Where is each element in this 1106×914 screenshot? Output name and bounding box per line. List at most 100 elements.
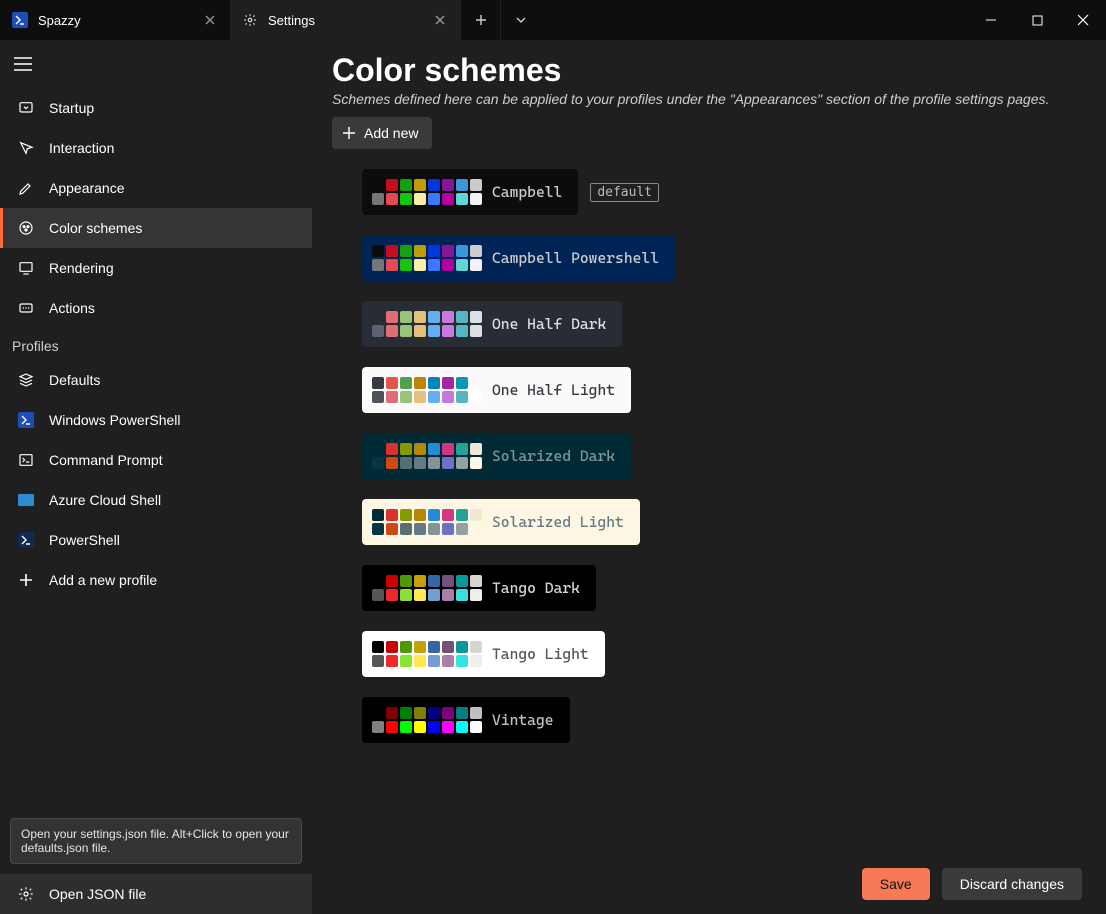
sidebar-item-actions[interactable]: Actions [0, 288, 312, 328]
color-swatch [456, 707, 468, 719]
startup-icon [17, 99, 35, 117]
scheme-card-solarized-light[interactable]: Solarized Light [362, 499, 640, 545]
color-swatch [386, 655, 398, 667]
sidebar-item-interaction[interactable]: Interaction [0, 128, 312, 168]
color-swatch [372, 259, 384, 271]
color-swatch [400, 193, 412, 205]
color-swatch [428, 179, 440, 191]
save-button[interactable]: Save [862, 868, 930, 900]
page-subtitle: Schemes defined here can be applied to y… [332, 91, 1086, 107]
scheme-label: Solarized Dark [492, 447, 615, 465]
tab-dropdown-button[interactable] [500, 0, 540, 40]
color-swatch [386, 325, 398, 337]
color-swatch [456, 655, 468, 667]
color-swatch [428, 193, 440, 205]
color-swatch [456, 259, 468, 271]
color-swatch [414, 193, 426, 205]
gear-icon [242, 12, 258, 28]
color-swatch [456, 391, 468, 403]
sidebar-item-label: Open JSON file [49, 886, 146, 902]
palette [372, 245, 482, 271]
tab-spazzy[interactable]: Spazzy [0, 0, 230, 40]
sidebar-item-label: Defaults [49, 372, 100, 388]
sidebar-item-label: Interaction [49, 140, 114, 156]
color-swatch [442, 641, 454, 653]
scheme-label: One Half Dark [492, 315, 606, 333]
close-icon[interactable] [202, 12, 218, 28]
sidebar-item-powershell[interactable]: PowerShell [0, 520, 312, 560]
color-swatch [470, 641, 482, 653]
azure-icon [17, 491, 35, 509]
scheme-card-tango-dark[interactable]: Tango Dark [362, 565, 596, 611]
color-swatch [470, 721, 482, 733]
sidebar-item-open-json[interactable]: Open JSON file [0, 874, 312, 914]
sidebar-item-azure-cloud-shell[interactable]: Azure Cloud Shell [0, 480, 312, 520]
color-swatch [470, 509, 482, 521]
color-swatch [372, 707, 384, 719]
minimize-button[interactable] [968, 0, 1014, 40]
sidebar-item-add-profile[interactable]: Add a new profile [0, 560, 312, 600]
color-swatch [428, 443, 440, 455]
scheme-card-campbell[interactable]: Campbell [362, 169, 578, 215]
close-icon[interactable] [432, 12, 448, 28]
color-swatch [456, 311, 468, 323]
hamburger-button[interactable] [0, 40, 312, 88]
appearance-icon [17, 179, 35, 197]
color-swatch [428, 509, 440, 521]
color-swatch [386, 589, 398, 601]
add-new-button[interactable]: Add new [332, 117, 432, 149]
sidebar-item-color-schemes[interactable]: Color schemes [0, 208, 312, 248]
color-swatch [428, 641, 440, 653]
color-swatch [372, 311, 384, 323]
scheme-card-vintage[interactable]: Vintage [362, 697, 570, 743]
color-swatch [414, 325, 426, 337]
close-button[interactable] [1060, 0, 1106, 40]
scheme-row: One Half Dark [362, 301, 1086, 347]
color-swatch [442, 311, 454, 323]
color-swatch [414, 641, 426, 653]
sidebar-item-label: Color schemes [49, 220, 142, 236]
color-swatch [456, 457, 468, 469]
color-swatch [442, 193, 454, 205]
new-tab-button[interactable] [460, 0, 500, 40]
maximize-button[interactable] [1014, 0, 1060, 40]
scheme-card-solarized-dark[interactable]: Solarized Dark [362, 433, 631, 479]
color-swatch [400, 377, 412, 389]
color-swatch [442, 179, 454, 191]
sidebar-item-label: Appearance [49, 180, 125, 196]
color-swatch [428, 589, 440, 601]
scheme-card-one-half-dark[interactable]: One Half Dark [362, 301, 622, 347]
sidebar-item-command-prompt[interactable]: Command Prompt [0, 440, 312, 480]
scheme-card-one-half-light[interactable]: One Half Light [362, 367, 631, 413]
palette [372, 377, 482, 403]
sidebar-item-startup[interactable]: Startup [0, 88, 312, 128]
sidebar-item-defaults[interactable]: Defaults [0, 360, 312, 400]
scheme-label: Solarized Light [492, 513, 624, 531]
default-badge: default [590, 183, 659, 202]
color-swatch [470, 391, 482, 403]
color-swatch [428, 523, 440, 535]
scheme-card-campbell-powershell[interactable]: Campbell Powershell [362, 235, 675, 281]
discard-button[interactable]: Discard changes [942, 868, 1082, 900]
footer-bar: Save Discard changes [862, 854, 1106, 914]
scheme-row: One Half Light [362, 367, 1086, 413]
window-controls [968, 0, 1106, 40]
sidebar-item-label: Add a new profile [49, 572, 157, 588]
tab-settings[interactable]: Settings [230, 0, 460, 40]
palette [372, 443, 482, 469]
color-swatch [428, 245, 440, 257]
sidebar-item-appearance[interactable]: Appearance [0, 168, 312, 208]
sidebar-item-windows-powershell[interactable]: Windows PowerShell [0, 400, 312, 440]
color-swatch [386, 245, 398, 257]
color-swatch [400, 443, 412, 455]
scheme-card-tango-light[interactable]: Tango Light [362, 631, 605, 677]
sidebar-item-rendering[interactable]: Rendering [0, 248, 312, 288]
color-swatch [414, 259, 426, 271]
color-swatch [414, 245, 426, 257]
color-swatch [400, 245, 412, 257]
color-swatch [470, 707, 482, 719]
scheme-row: Campbell default [362, 169, 1086, 215]
color-swatch [428, 721, 440, 733]
color-swatch [442, 391, 454, 403]
title-bar: Spazzy Settings [0, 0, 1106, 40]
